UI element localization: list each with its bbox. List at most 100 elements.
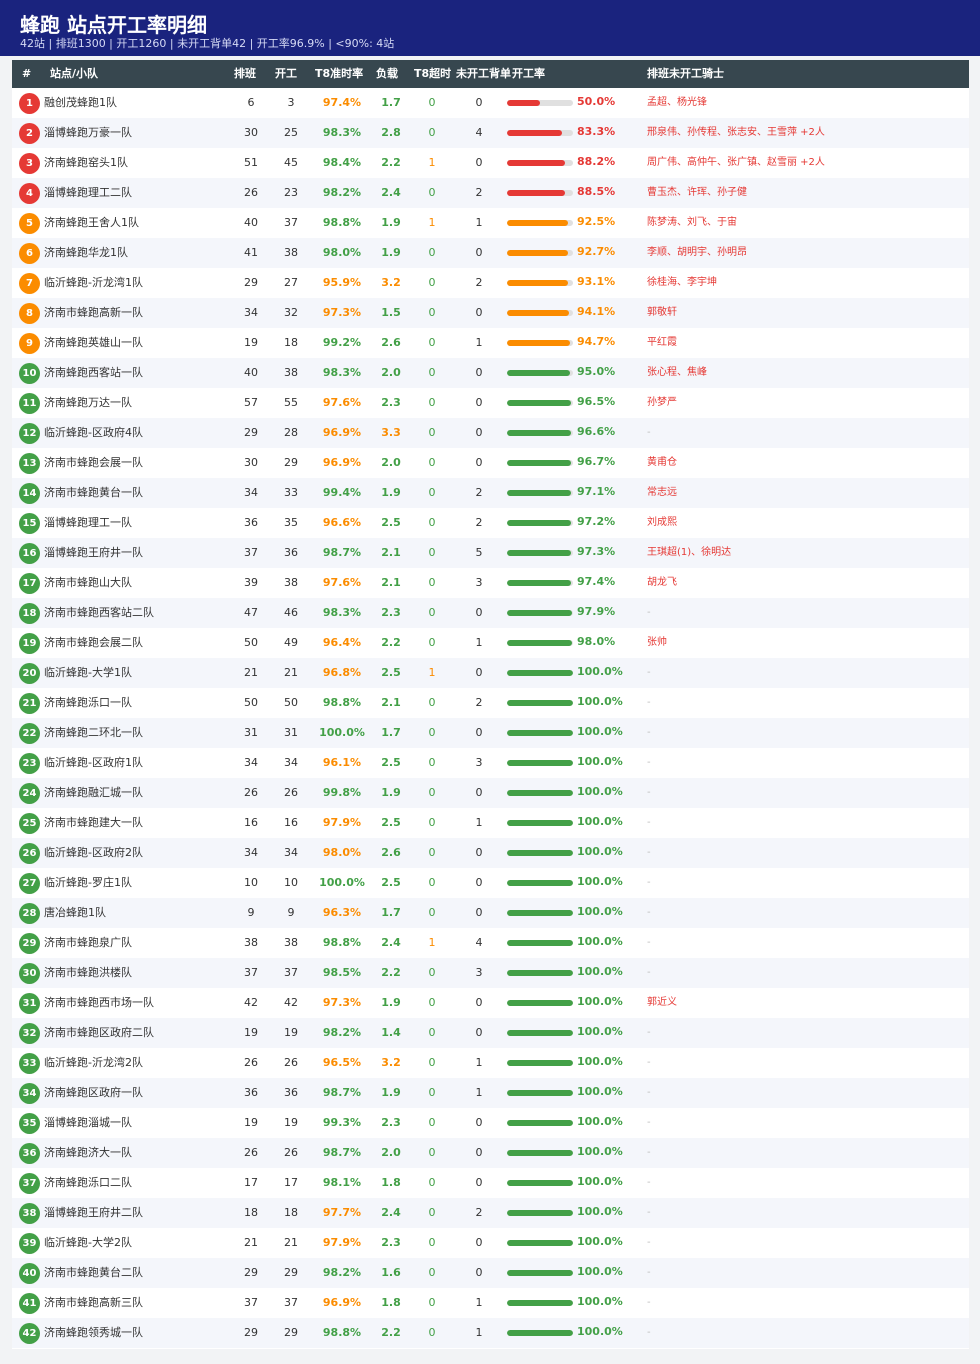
- t8-timeout: 0: [428, 246, 436, 259]
- started-count: 55: [284, 396, 298, 409]
- backlog-count: 3: [475, 756, 483, 769]
- rank-badge: 15: [19, 513, 40, 534]
- t8-timeout: 0: [428, 846, 436, 859]
- start-rate-bar: [507, 1180, 573, 1186]
- start-rate: 100.0%: [577, 785, 623, 798]
- start-rate-bar: [507, 550, 573, 556]
- station-name: 济南蜂跑西客站一队: [44, 366, 143, 379]
- unstarted-riders: -: [647, 757, 651, 768]
- unstarted-riders: 徐桂海、李宇坤: [647, 277, 717, 288]
- table-row: 3 济南蜂跑窑头1队 51 45 98.4% 2.2 1 0 88.2% 周广伟、高仲午、张广镇、…: [12, 148, 969, 178]
- scheduled-count: 19: [244, 1026, 258, 1039]
- scheduled-count: 6: [247, 96, 255, 109]
- backlog-count: 2: [475, 486, 483, 499]
- start-rate: 92.5%: [577, 215, 616, 228]
- backlog-count: 0: [475, 1266, 483, 1279]
- t8-rate: 97.9%: [322, 1236, 362, 1249]
- t8-rate: 96.4%: [322, 636, 362, 649]
- backlog-count: 0: [475, 606, 483, 619]
- table-header: # 站点/小队 排班 开工 T8准时率 负载 T8超时 未开工背单 开工率 排班…: [12, 60, 969, 88]
- start-rate-bar: [507, 430, 573, 436]
- load-value: 1.4: [381, 1026, 401, 1039]
- start-rate-bar-fill: [507, 460, 571, 466]
- t8-rate: 98.2%: [322, 1026, 362, 1039]
- table-row: 15 淄博蜂跑理工一队 36 35 96.6% 2.5 0 2 97.2% 刘成熙: [12, 508, 969, 538]
- start-rate-bar: [507, 730, 573, 736]
- backlog-count: 0: [475, 96, 483, 109]
- load-value: 2.0: [381, 456, 401, 469]
- load-value: 2.1: [381, 696, 401, 709]
- station-name: 济南市蜂跑会展二队: [44, 636, 143, 649]
- started-count: 18: [284, 336, 298, 349]
- table-row: 5 济南蜂跑王舍人1队 40 37 98.8% 1.9 1 1 92.5% 陈梦涛、刘飞、于宙: [12, 208, 969, 238]
- station-table: # 站点/小队 排班 开工 T8准时率 负载 T8超时 未开工背单 开工率 排班…: [12, 60, 969, 1349]
- t8-rate: 97.6%: [322, 576, 362, 589]
- started-count: 19: [284, 1026, 298, 1039]
- unstarted-riders: 孟超、杨光锋: [647, 97, 707, 108]
- rank-badge: 2: [19, 123, 40, 144]
- start-rate: 95.0%: [577, 365, 616, 378]
- started-count: 33: [284, 486, 298, 499]
- station-name: 淄博蜂跑万豪一队: [44, 126, 132, 139]
- unstarted-riders: 周广伟、高仲午、张广镇、赵雪丽 +2人: [647, 157, 825, 168]
- unstarted-riders: 刘成熙: [647, 517, 677, 528]
- start-rate-bar-fill: [507, 1300, 573, 1306]
- start-rate-bar: [507, 460, 573, 466]
- station-name: 济南蜂跑济大一队: [44, 1146, 132, 1159]
- table-row: 39 临沂蜂跑-大学2队 21 21 97.9% 2.3 0 0 100.0% -: [12, 1228, 969, 1258]
- station-name: 淄博蜂跑淄城一队: [44, 1116, 132, 1129]
- start-rate-bar: [507, 610, 573, 616]
- load-value: 1.8: [381, 1296, 401, 1309]
- backlog-count: 1: [475, 336, 483, 349]
- table-row: 23 临沂蜂跑-区政府1队 34 34 96.1% 2.5 0 3 100.0% -: [12, 748, 969, 778]
- load-value: 1.7: [381, 726, 401, 739]
- start-rate-bar-fill: [507, 910, 573, 916]
- start-rate: 100.0%: [577, 1325, 623, 1338]
- unstarted-riders: -: [647, 787, 651, 798]
- backlog-count: 0: [475, 1026, 483, 1039]
- unstarted-riders: -: [647, 427, 651, 438]
- rank-badge: 17: [19, 573, 40, 594]
- scheduled-count: 29: [244, 276, 258, 289]
- started-count: 37: [284, 966, 298, 979]
- started-count: 38: [284, 936, 298, 949]
- station-name: 济南市蜂跑会展一队: [44, 456, 143, 469]
- start-rate-bar: [507, 280, 573, 286]
- started-count: 16: [284, 816, 298, 829]
- t8-timeout: 0: [428, 1206, 436, 1219]
- started-count: 3: [287, 96, 295, 109]
- rank-badge: 36: [19, 1143, 40, 1164]
- start-rate-bar: [507, 1270, 573, 1276]
- start-rate-bar: [507, 880, 573, 886]
- start-rate: 100.0%: [577, 725, 623, 738]
- t8-timeout: 1: [428, 666, 436, 679]
- scheduled-count: 37: [244, 1296, 258, 1309]
- start-rate: 100.0%: [577, 1115, 623, 1128]
- station-name: 临沂蜂跑-区政府2队: [44, 846, 143, 859]
- scheduled-count: 50: [244, 696, 258, 709]
- rank-badge: 31: [19, 993, 40, 1014]
- rank-badge: 35: [19, 1113, 40, 1134]
- t8-rate: 97.3%: [322, 306, 362, 319]
- scheduled-count: 30: [244, 126, 258, 139]
- start-rate-bar: [507, 490, 573, 496]
- unstarted-riders: -: [647, 667, 651, 678]
- start-rate-bar: [507, 190, 573, 196]
- start-rate-bar: [507, 160, 573, 166]
- col-station: 站点/小队: [50, 67, 99, 80]
- page-header: 蜂跑 站点开工率明细 42站 | 排班1300 | 开工1260 | 未开工背单…: [0, 0, 980, 56]
- scheduled-count: 37: [244, 546, 258, 559]
- started-count: 9: [287, 906, 295, 919]
- started-count: 35: [284, 516, 298, 529]
- scheduled-count: 51: [244, 156, 258, 169]
- unstarted-riders: -: [647, 907, 651, 918]
- t8-rate: 99.4%: [322, 486, 362, 499]
- backlog-count: 0: [475, 666, 483, 679]
- start-rate-bar: [507, 910, 573, 916]
- t8-rate: 98.3%: [322, 366, 362, 379]
- start-rate: 100.0%: [577, 1295, 623, 1308]
- rank-badge: 4: [19, 183, 40, 204]
- unstarted-riders: 孙梦严: [647, 397, 677, 408]
- started-count: 29: [284, 1266, 298, 1279]
- start-rate: 83.3%: [577, 125, 616, 138]
